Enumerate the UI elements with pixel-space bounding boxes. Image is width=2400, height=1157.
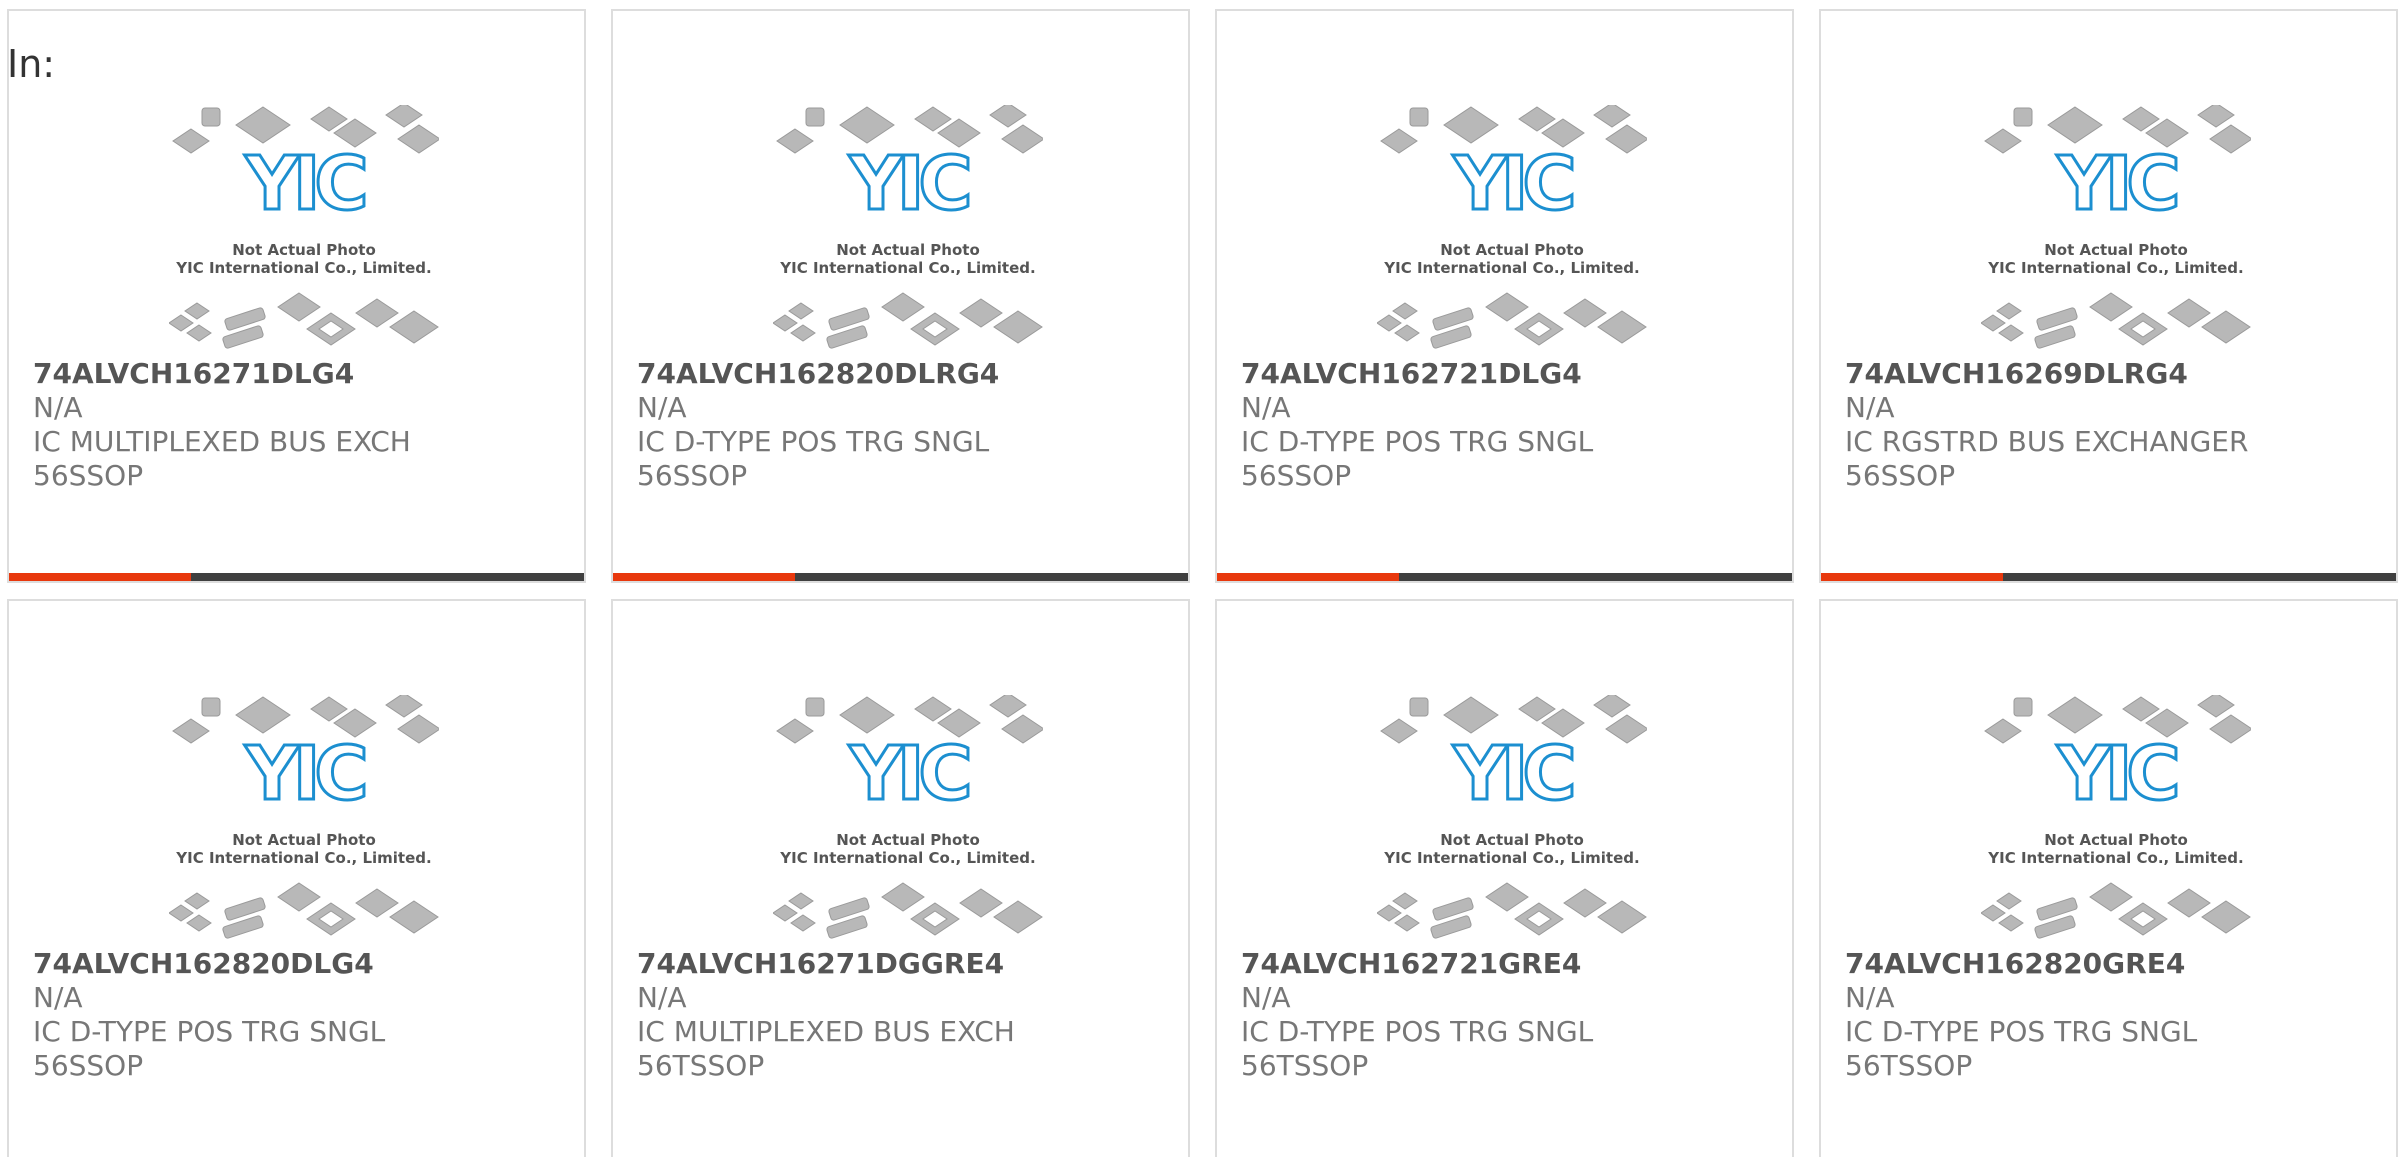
product-part-number[interactable]: 74ALVCH162820DLRG4 bbox=[637, 357, 1178, 391]
product-part-number[interactable]: 74ALVCH16271DLG4 bbox=[33, 357, 574, 391]
product-card[interactable]: YIC Not Actual Photo YIC International C… bbox=[7, 9, 586, 583]
product-package: 56TSSOP bbox=[1241, 1049, 1369, 1082]
card-accent-bar bbox=[9, 573, 191, 581]
card-accent-bar bbox=[613, 573, 795, 581]
product-placeholder-image: YIC Not Actual Photo YIC International C… bbox=[1981, 695, 2251, 941]
product-card[interactable]: YIC Not Actual Photo YIC International C… bbox=[611, 599, 1190, 1157]
product-description: IC MULTIPLEXED BUS EXCH bbox=[637, 1015, 1015, 1048]
svg-text:YIC International Co., Limited: YIC International Co., Limited. bbox=[1383, 849, 1639, 867]
product-part-number[interactable]: 74ALVCH162721DLG4 bbox=[1241, 357, 1782, 391]
product-package: 56SSOP bbox=[1845, 459, 1956, 492]
product-description: IC D-TYPE POS TRG SNGL bbox=[637, 425, 990, 458]
product-status: N/A bbox=[33, 391, 83, 424]
product-card[interactable]: YIC Not Actual Photo YIC International C… bbox=[1819, 9, 2398, 583]
svg-text:YIC International Co., Limited: YIC International Co., Limited. bbox=[1987, 259, 2243, 277]
product-placeholder-image: YIC Not Actual Photo YIC International C… bbox=[1981, 105, 2251, 351]
svg-text:Not Actual Photo: Not Actual Photo bbox=[836, 241, 980, 259]
svg-text:Not Actual Photo: Not Actual Photo bbox=[1440, 831, 1584, 849]
card-bottom-bar bbox=[9, 573, 584, 581]
product-status: N/A bbox=[1845, 391, 1895, 424]
yic-logo: YIC bbox=[1452, 731, 1572, 817]
product-package: 56SSOP bbox=[1241, 459, 1352, 492]
product-status: N/A bbox=[33, 981, 83, 1014]
svg-text:YIC International Co., Limited: YIC International Co., Limited. bbox=[175, 849, 431, 867]
card-bottom-bar bbox=[1821, 573, 2396, 581]
product-card[interactable]: YIC Not Actual Photo YIC International C… bbox=[611, 9, 1190, 583]
svg-text:YIC International Co., Limited: YIC International Co., Limited. bbox=[1987, 849, 2243, 867]
product-part-number[interactable]: 74ALVCH162820GRE4 bbox=[1845, 947, 2386, 981]
product-part-number[interactable]: 74ALVCH16271DGGRE4 bbox=[637, 947, 1178, 981]
product-placeholder-image: YIC Not Actual Photo YIC International C… bbox=[169, 695, 439, 941]
yic-logo: YIC bbox=[2056, 141, 2176, 227]
product-description: IC D-TYPE POS TRG SNGL bbox=[1241, 1015, 1594, 1048]
product-status: N/A bbox=[1241, 391, 1291, 424]
product-description: IC RGSTRD BUS EXCHANGER bbox=[1845, 425, 2249, 458]
product-card[interactable]: YIC Not Actual Photo YIC International C… bbox=[7, 599, 586, 1157]
product-package: 56TSSOP bbox=[1845, 1049, 1973, 1082]
product-placeholder-image: YIC Not Actual Photo YIC International C… bbox=[773, 105, 1043, 351]
svg-text:YIC International Co., Limited: YIC International Co., Limited. bbox=[779, 259, 1035, 277]
product-package: 56TSSOP bbox=[637, 1049, 765, 1082]
product-placeholder-image: YIC Not Actual Photo YIC International C… bbox=[169, 105, 439, 351]
product-package: 56SSOP bbox=[33, 1049, 144, 1082]
product-part-number[interactable]: 74ALVCH162820DLG4 bbox=[33, 947, 574, 981]
svg-text:YIC International Co., Limited: YIC International Co., Limited. bbox=[175, 259, 431, 277]
yic-logo: YIC bbox=[1452, 141, 1572, 227]
product-card[interactable]: YIC Not Actual Photo YIC International C… bbox=[1819, 599, 2398, 1157]
yic-logo: YIC bbox=[848, 141, 968, 227]
svg-text:YIC International Co., Limited: YIC International Co., Limited. bbox=[779, 849, 1035, 867]
product-card[interactable]: YIC Not Actual Photo YIC International C… bbox=[1215, 9, 1794, 583]
product-description: IC D-TYPE POS TRG SNGL bbox=[1241, 425, 1594, 458]
yic-logo: YIC bbox=[848, 731, 968, 817]
product-grid-page: In: YIC Not Actual Photo YIC Internation… bbox=[0, 0, 2400, 1157]
card-bottom-bar bbox=[1217, 573, 1792, 581]
yic-logo: YIC bbox=[244, 731, 364, 817]
product-description: IC D-TYPE POS TRG SNGL bbox=[1845, 1015, 2198, 1048]
product-card[interactable]: YIC Not Actual Photo YIC International C… bbox=[1215, 599, 1794, 1157]
card-bottom-bar bbox=[613, 573, 1188, 581]
svg-text:Not Actual Photo: Not Actual Photo bbox=[836, 831, 980, 849]
product-status: N/A bbox=[1241, 981, 1291, 1014]
card-accent-bar bbox=[1821, 573, 2003, 581]
product-description: IC D-TYPE POS TRG SNGL bbox=[33, 1015, 386, 1048]
svg-text:YIC International Co., Limited: YIC International Co., Limited. bbox=[1383, 259, 1639, 277]
product-status: N/A bbox=[637, 981, 687, 1014]
product-part-number[interactable]: 74ALVCH162721GRE4 bbox=[1241, 947, 1782, 981]
yic-logo: YIC bbox=[2056, 731, 2176, 817]
product-package: 56SSOP bbox=[33, 459, 144, 492]
svg-text:Not Actual Photo: Not Actual Photo bbox=[2044, 831, 2188, 849]
svg-text:Not Actual Photo: Not Actual Photo bbox=[2044, 241, 2188, 259]
product-status: N/A bbox=[1845, 981, 1895, 1014]
product-placeholder-image: YIC Not Actual Photo YIC International C… bbox=[773, 695, 1043, 941]
filter-in-label: In: bbox=[7, 42, 56, 86]
card-accent-bar bbox=[1217, 573, 1399, 581]
svg-text:Not Actual Photo: Not Actual Photo bbox=[1440, 241, 1584, 259]
product-placeholder-image: YIC Not Actual Photo YIC International C… bbox=[1377, 695, 1647, 941]
svg-text:Not Actual Photo: Not Actual Photo bbox=[232, 241, 376, 259]
yic-logo: YIC bbox=[244, 141, 364, 227]
product-placeholder-image: YIC Not Actual Photo YIC International C… bbox=[1377, 105, 1647, 351]
product-description: IC MULTIPLEXED BUS EXCH bbox=[33, 425, 411, 458]
product-status: N/A bbox=[637, 391, 687, 424]
product-part-number[interactable]: 74ALVCH16269DLRG4 bbox=[1845, 357, 2386, 391]
svg-text:Not Actual Photo: Not Actual Photo bbox=[232, 831, 376, 849]
product-package: 56SSOP bbox=[637, 459, 748, 492]
